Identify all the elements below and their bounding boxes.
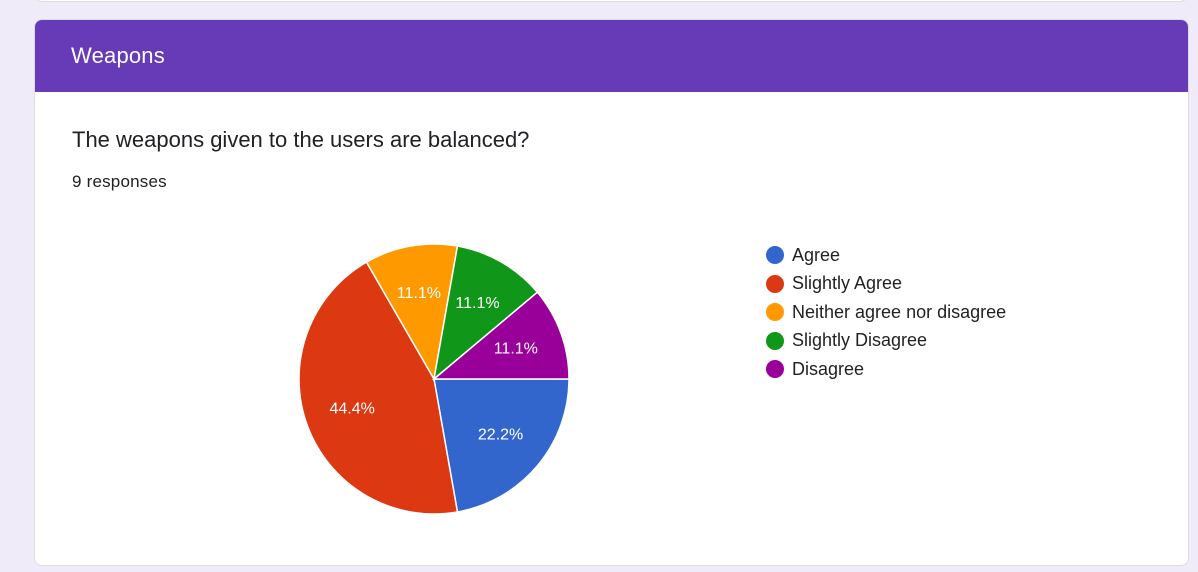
pie-slice-label: 11.1% bbox=[494, 341, 538, 358]
pie-slice-label: 22.2% bbox=[478, 426, 523, 443]
previous-card-edge bbox=[34, 0, 1188, 2]
legend-swatch bbox=[766, 360, 784, 379]
legend-label: Disagree bbox=[792, 358, 865, 379]
legend-item[interactable]: Slightly Disagree bbox=[766, 327, 1006, 356]
legend-item[interactable]: Agree bbox=[766, 241, 1006, 270]
legend-swatch bbox=[766, 274, 784, 293]
pie-chart: 22.2% 44.4% 11.1% 11.1% 11.1% bbox=[298, 243, 570, 515]
legend-swatch bbox=[766, 246, 784, 265]
section-card: Weapons The weapons given to the users a… bbox=[34, 19, 1189, 566]
legend-item[interactable]: Slightly Agree bbox=[766, 270, 1006, 299]
pie-slice-label: 44.4% bbox=[330, 400, 375, 417]
legend-swatch bbox=[766, 303, 784, 322]
legend-label: Neither agree nor disagree bbox=[792, 301, 1007, 322]
pie-slice-label: 11.1% bbox=[455, 295, 499, 312]
legend-label: Slightly Agree bbox=[792, 273, 903, 294]
legend-swatch bbox=[766, 331, 784, 350]
legend-item[interactable]: Neither agree nor disagree bbox=[766, 298, 1006, 327]
legend-label: Agree bbox=[792, 244, 841, 265]
legend-item[interactable]: Disagree bbox=[766, 355, 1006, 384]
legend-label: Slightly Disagree bbox=[792, 330, 928, 351]
chart-legend: Agree Slightly Agree Neither agree nor dis… bbox=[766, 241, 1006, 384]
pie-slice-label: 11.1% bbox=[397, 285, 441, 302]
